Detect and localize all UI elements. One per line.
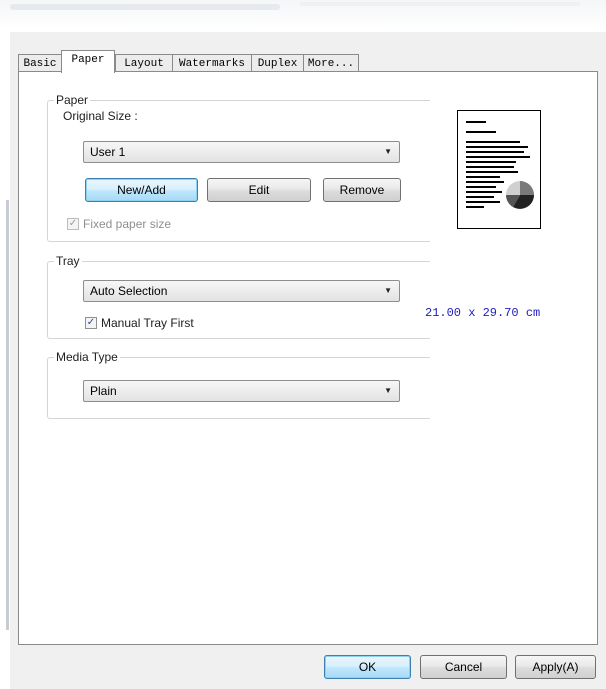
tab-watermarks[interactable]: Watermarks	[172, 54, 252, 72]
tray-select[interactable]: Auto Selection ▼	[83, 280, 400, 302]
original-size-label: Original Size :	[63, 109, 138, 123]
media-type-group-legend: Media Type	[54, 350, 120, 364]
media-type-value: Plain	[90, 384, 117, 398]
new-add-button[interactable]: New/Add	[85, 178, 198, 202]
manual-tray-first-checkbox[interactable]: ✓	[85, 317, 97, 329]
media-type-select[interactable]: Plain ▼	[83, 380, 400, 402]
paper-dimensions: 21.00 x 29.70 cm	[425, 306, 541, 320]
cancel-button[interactable]: Cancel	[420, 655, 507, 679]
dropdown-arrow-icon: ▼	[384, 386, 392, 395]
dropdown-arrow-icon: ▼	[384, 286, 392, 295]
tab-paper[interactable]: Paper	[61, 50, 115, 73]
tab-basic[interactable]: Basic	[18, 54, 62, 72]
paper-group-legend: Paper	[54, 93, 91, 107]
page-preview-graphic	[466, 121, 534, 209]
tab-more[interactable]: More...	[303, 54, 359, 72]
window-titlebar	[0, 0, 606, 30]
page-preview-icon	[457, 110, 541, 229]
manual-tray-first-label: Manual Tray First	[101, 316, 194, 330]
apply-button[interactable]: Apply(A)	[515, 655, 596, 679]
titlebar-blurred-text	[10, 4, 280, 10]
tray-group-legend: Tray	[54, 254, 82, 268]
fixed-paper-size-label: Fixed paper size	[83, 217, 172, 231]
ok-button[interactable]: OK	[324, 655, 411, 679]
remove-button[interactable]: Remove	[323, 178, 401, 202]
titlebar-blurred-band	[300, 2, 580, 6]
fixed-paper-size-checkbox[interactable]: ✓	[67, 218, 79, 230]
original-size-select[interactable]: User 1 ▼	[83, 141, 400, 163]
tab-layout[interactable]: Layout	[115, 54, 173, 72]
dropdown-arrow-icon: ▼	[384, 147, 392, 156]
tab-duplex[interactable]: Duplex	[251, 54, 304, 72]
original-size-value: User 1	[90, 145, 126, 159]
window-edge	[6, 200, 9, 630]
edit-button[interactable]: Edit	[207, 178, 311, 202]
tray-value: Auto Selection	[90, 284, 168, 298]
